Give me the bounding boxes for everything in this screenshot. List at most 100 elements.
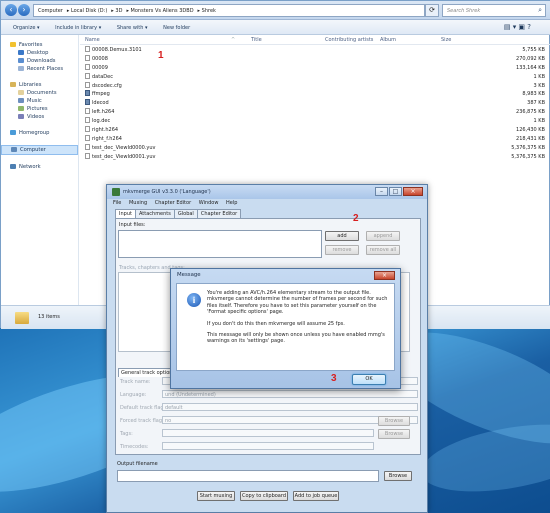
add-to-job-queue-button[interactable]: Add to job queue — [293, 491, 339, 501]
file-icon — [85, 63, 90, 70]
tab-attachments[interactable]: Attachments — [134, 209, 175, 218]
nav-homegroup[interactable]: Homegroup — [1, 129, 78, 137]
start-muxing-button[interactable]: Start muxing — [197, 491, 235, 501]
col-title[interactable]: Title — [251, 37, 262, 43]
field-label: Timecodes: — [120, 444, 149, 450]
file-row[interactable]: test_dec_ViewId0000.yuv 5,376,375 KB — [80, 143, 550, 152]
timecodes-browse-button[interactable]: Browse — [378, 429, 410, 439]
file-row[interactable]: 00009 133,164 KB — [80, 63, 550, 72]
col-name[interactable]: Name — [85, 37, 100, 43]
refresh-icon[interactable]: ⟳ — [425, 4, 439, 17]
file-icon — [85, 126, 90, 133]
breadcrumb-3d[interactable]: 3D — [115, 8, 122, 14]
minimize-button[interactable]: – — [375, 187, 388, 196]
nav-computer[interactable]: Computer — [1, 145, 78, 155]
close-button[interactable]: × — [403, 187, 423, 196]
field-input[interactable]: default — [162, 403, 418, 411]
file-row[interactable]: test_dec_ViewId0001.yuv 5,376,375 KB — [80, 152, 550, 161]
file-name: log.dec — [92, 118, 111, 125]
menu-muxing[interactable]: Muxing — [129, 200, 147, 206]
nav-downloads-label: Downloads — [27, 58, 56, 64]
command-bar: Organize ▾ Include in library ▾ Share wi… — [1, 20, 550, 35]
nav-documents[interactable]: Documents — [1, 89, 78, 97]
input-files-list[interactable] — [118, 230, 322, 258]
share-with-button[interactable]: Share with ▾ — [117, 25, 148, 31]
file-icon — [85, 108, 90, 115]
file-row[interactable]: log.dec 1 KB — [80, 116, 550, 125]
nav-videos[interactable]: Videos — [1, 113, 78, 121]
file-row[interactable]: ldecod 387 KB — [80, 98, 550, 107]
field-input[interactable] — [162, 442, 374, 450]
forward-icon[interactable]: › — [18, 4, 30, 16]
menu-help[interactable]: Help — [226, 200, 237, 206]
file-row[interactable]: ffmpeg 8,983 KB — [80, 89, 550, 98]
file-icon — [85, 72, 90, 79]
file-row[interactable]: dataDec 1 KB — [80, 72, 550, 81]
file-size: 8,983 KB — [522, 91, 545, 98]
file-row[interactable]: dscodec.cfg 3 KB — [80, 81, 550, 90]
tab-input[interactable]: Input — [115, 209, 136, 218]
col-artists[interactable]: Contributing artists — [325, 37, 373, 43]
nav-pictures[interactable]: Pictures — [1, 105, 78, 113]
col-size[interactable]: Size — [441, 37, 451, 43]
file-row[interactable]: 00008 270,092 KB — [80, 54, 550, 63]
file-name: 00008.Demux.3101 — [92, 47, 142, 53]
nav-recent-places[interactable]: Recent Places — [1, 65, 78, 73]
nav-downloads[interactable]: Downloads — [1, 57, 78, 65]
breadcrumb-computer[interactable]: Computer — [38, 8, 63, 14]
file-name: 00008 — [92, 55, 108, 62]
menu-bar: File Muxing Chapter Editor Window Help — [113, 200, 423, 208]
breadcrumb-shrek[interactable]: Shrek — [202, 8, 216, 14]
annotation-2: 2 — [353, 213, 359, 224]
message-close-button[interactable]: × — [374, 271, 395, 280]
nav-music[interactable]: Music — [1, 97, 78, 105]
file-name: test_dec_ViewId0000.yuv — [92, 144, 156, 151]
nav-libraries[interactable]: Libraries — [1, 81, 78, 89]
tags-browse-button[interactable]: Browse — [378, 416, 410, 426]
organize-button[interactable]: Organize ▾ — [13, 25, 40, 31]
menu-chapter-editor[interactable]: Chapter Editor — [155, 200, 191, 206]
field-label: Track name: — [120, 379, 151, 385]
file-row[interactable]: right.h264 126,430 KB — [80, 125, 550, 134]
view-options-icon[interactable]: ▤ ▾ ▣ ? — [504, 23, 531, 31]
field-input[interactable] — [162, 429, 374, 437]
music-icon — [18, 98, 24, 103]
file-row[interactable]: left.h264 236,875 KB — [80, 107, 550, 116]
output-browse-button[interactable]: Browse — [384, 471, 412, 481]
remove-button[interactable]: remove — [325, 245, 359, 255]
nav-homegroup-label: Homegroup — [19, 130, 50, 136]
file-row[interactable]: right_f.h264 218,431 KB — [80, 134, 550, 143]
output-filename-input[interactable] — [117, 470, 379, 482]
file-icon — [85, 46, 90, 52]
menu-file[interactable]: File — [113, 200, 121, 206]
tab-global[interactable]: Global — [173, 209, 198, 218]
nav-desktop[interactable]: Desktop — [1, 49, 78, 57]
output-filename-label: Output filename — [117, 461, 158, 467]
back-icon[interactable]: ‹ — [5, 4, 17, 16]
field-input[interactable]: und (Undetermined) — [162, 390, 418, 398]
file-name: left.h264 — [92, 109, 115, 116]
menu-window[interactable]: Window — [199, 200, 219, 206]
file-row[interactable]: 00008.Demux.3101 5,755 KB — [80, 45, 550, 54]
file-icon — [85, 134, 90, 141]
file-name: ffmpeg — [92, 91, 110, 98]
maximize-button[interactable]: □ — [389, 187, 402, 196]
search-input[interactable]: Search Shrek ⌕ — [442, 4, 546, 17]
col-album[interactable]: Album — [380, 37, 396, 43]
remove-all-button[interactable]: remove all — [366, 245, 400, 255]
nav-documents-label: Documents — [27, 90, 57, 96]
col-sort-icon: ^ — [231, 37, 236, 43]
ok-button[interactable]: OK — [352, 374, 386, 385]
new-folder-button[interactable]: New folder — [163, 25, 190, 31]
append-button[interactable]: append — [366, 231, 400, 241]
breadcrumb-monsters[interactable]: Monsters Vs Aliens 3DBD — [131, 8, 194, 14]
copy-to-clipboard-button[interactable]: Copy to clipboard — [240, 491, 288, 501]
add-button[interactable]: add — [325, 231, 359, 241]
tab-chapter-editor[interactable]: Chapter Editor — [196, 209, 242, 218]
breadcrumb[interactable]: Computer ▸ Local Disk (D:) ▸ 3D ▸ Monsters … — [33, 4, 425, 17]
nav-favorites[interactable]: Favorites — [1, 41, 78, 49]
include-in-library-button[interactable]: Include in library ▾ — [55, 25, 101, 31]
nav-videos-label: Videos — [27, 114, 45, 120]
nav-network[interactable]: Network — [1, 163, 78, 171]
breadcrumb-local-disk[interactable]: Local Disk (D:) — [71, 8, 107, 14]
